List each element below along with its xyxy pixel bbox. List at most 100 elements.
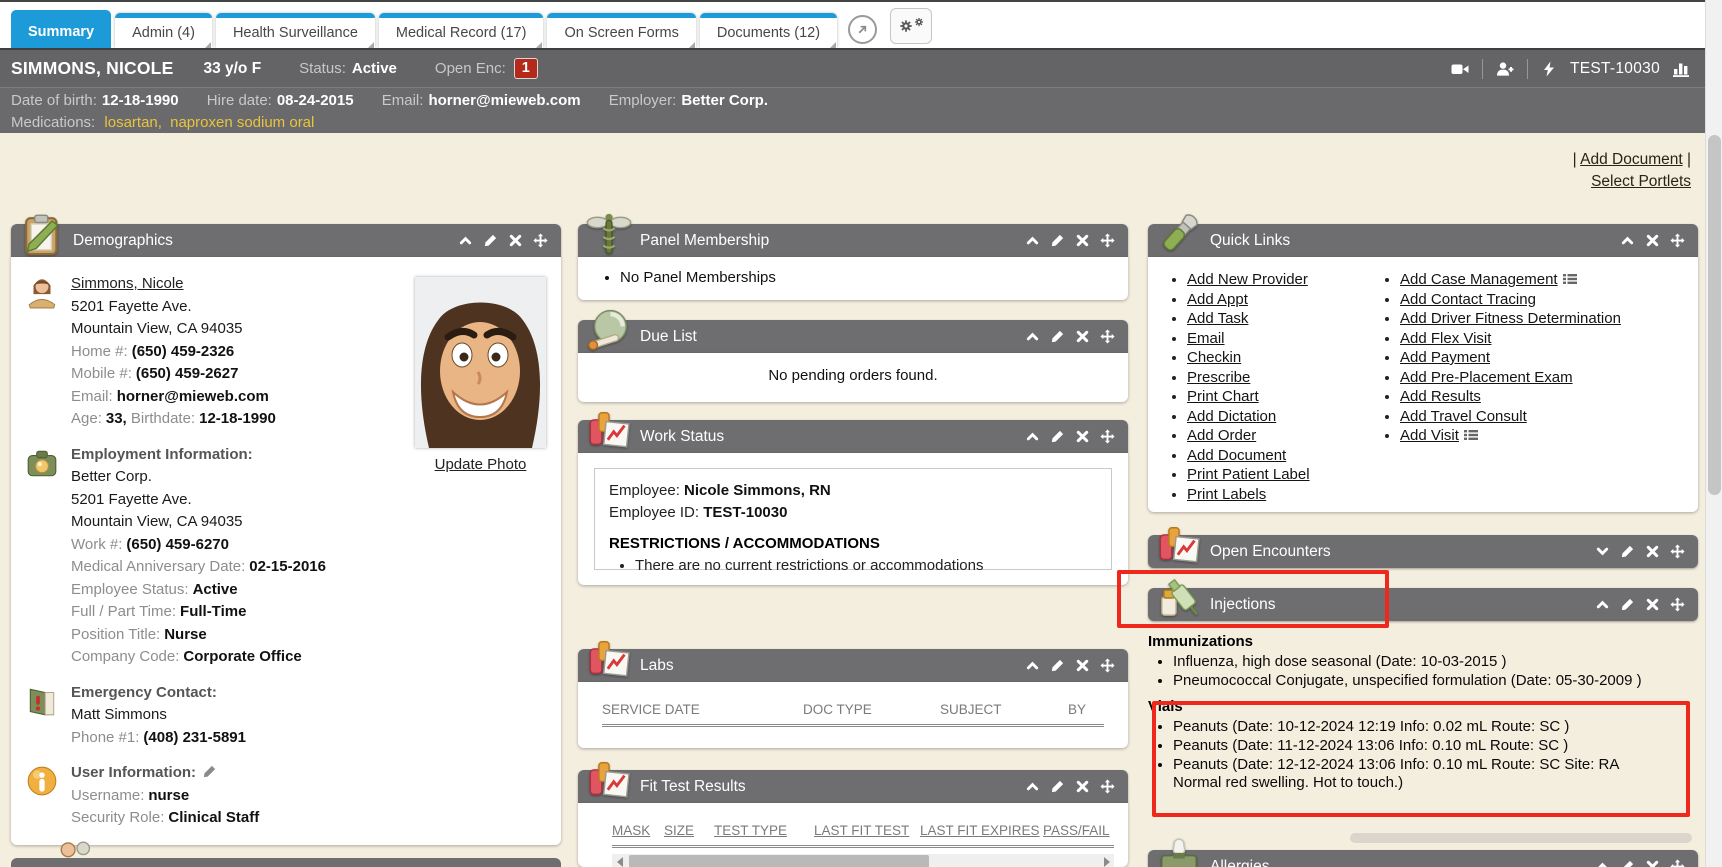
scroll-left-arrow[interactable] — [612, 854, 627, 867]
edit-icon[interactable] — [1050, 779, 1065, 794]
edit-icon[interactable] — [1050, 658, 1065, 673]
column-header-link[interactable]: LAST FIT TEST — [814, 823, 920, 838]
column-header-link[interactable]: SIZE — [664, 823, 714, 838]
demographics-header[interactable]: Demographics — [11, 224, 561, 257]
injections-scrollbar-track[interactable] — [1350, 833, 1692, 843]
medication-link[interactable]: naproxen sodium oral — [170, 114, 314, 131]
scrollbar-thumb[interactable] — [629, 855, 929, 867]
collapse-icon[interactable] — [1025, 233, 1040, 248]
move-icon[interactable] — [1100, 429, 1115, 444]
edit-icon[interactable] — [1620, 859, 1635, 867]
tab-medical-record[interactable]: Medical Record (17) — [379, 13, 544, 48]
add-person-icon[interactable] — [1496, 61, 1514, 77]
close-icon[interactable] — [1075, 429, 1090, 444]
quick-link[interactable]: Add Pre-Placement Exam — [1400, 369, 1573, 386]
add-document-link[interactable]: Add Document — [1580, 151, 1683, 168]
help-icon[interactable] — [848, 15, 877, 44]
quick-link[interactable]: Checkin — [1187, 349, 1241, 366]
quick-link[interactable]: Add Payment — [1400, 349, 1490, 366]
close-icon[interactable] — [1645, 859, 1660, 867]
update-photo-link[interactable]: Update Photo — [435, 456, 527, 473]
due-list-header[interactable]: Due List — [578, 320, 1128, 353]
video-camera-icon[interactable] — [1451, 61, 1469, 77]
move-icon[interactable] — [1100, 658, 1115, 673]
horizontal-scrollbar[interactable] — [612, 854, 1114, 867]
edit-icon[interactable] — [1620, 544, 1635, 559]
bar-chart-icon[interactable] — [1673, 60, 1691, 77]
move-icon[interactable] — [1670, 597, 1685, 612]
quick-link[interactable]: Add Order — [1187, 427, 1256, 444]
list-icon[interactable] — [1464, 429, 1478, 441]
scroll-right-arrow[interactable] — [1099, 854, 1114, 867]
move-icon[interactable] — [1670, 233, 1685, 248]
collapse-icon[interactable] — [1025, 429, 1040, 444]
scrollbar-thumb[interactable] — [1708, 135, 1721, 495]
tab-admin[interactable]: Admin (4) — [115, 13, 212, 48]
column-header-link[interactable]: PASS/FAIL — [1043, 823, 1110, 838]
collapse-icon[interactable] — [458, 233, 473, 248]
quick-link[interactable]: Add Driver Fitness Determination — [1400, 310, 1621, 327]
injections-header[interactable]: Injections — [1148, 588, 1698, 621]
collapse-icon[interactable] — [1595, 859, 1610, 867]
edit-icon[interactable] — [1620, 597, 1635, 612]
quick-link[interactable]: Print Chart — [1187, 388, 1259, 405]
list-icon[interactable] — [1563, 273, 1577, 285]
quick-link[interactable]: Add Visit — [1400, 427, 1459, 444]
quick-link[interactable]: Add Task — [1187, 310, 1248, 327]
column-header-link[interactable]: LAST FIT EXPIRES — [920, 823, 1043, 838]
close-icon[interactable] — [1645, 597, 1660, 612]
collapse-icon[interactable] — [1595, 597, 1610, 612]
close-icon[interactable] — [1075, 658, 1090, 673]
quick-link[interactable]: Print Patient Label — [1187, 466, 1310, 483]
quick-link[interactable]: Add Appt — [1187, 291, 1248, 308]
fit-test-header[interactable]: Fit Test Results — [578, 770, 1128, 803]
allergies-header[interactable]: Allergies — [1148, 850, 1698, 867]
medication-link[interactable]: losartan, — [104, 114, 162, 131]
move-icon[interactable] — [1100, 779, 1115, 794]
edit-icon[interactable] — [483, 233, 498, 248]
labs-header[interactable]: Labs — [578, 649, 1128, 682]
move-icon[interactable] — [1670, 859, 1685, 867]
move-icon[interactable] — [1100, 233, 1115, 248]
column-header-link[interactable]: TEST TYPE — [714, 823, 814, 838]
panel-membership-header[interactable]: Panel Membership — [578, 224, 1128, 257]
quick-link[interactable]: Add Case Management — [1400, 271, 1558, 288]
select-portlets-link[interactable]: Select Portlets — [1591, 173, 1691, 190]
close-icon[interactable] — [1645, 233, 1660, 248]
quick-link[interactable]: Add Travel Consult — [1400, 408, 1527, 425]
patient-name-link[interactable]: Simmons, Nicole — [71, 275, 184, 292]
collapse-icon[interactable] — [1025, 329, 1040, 344]
edit-icon[interactable] — [1050, 233, 1065, 248]
quick-link[interactable]: Add Document — [1187, 447, 1286, 464]
tab-on-screen-forms[interactable]: On Screen Forms — [547, 13, 695, 48]
move-icon[interactable] — [1670, 544, 1685, 559]
quick-link[interactable]: Print Labels — [1187, 486, 1266, 503]
quick-link[interactable]: Prescribe — [1187, 369, 1250, 386]
tab-documents[interactable]: Documents (12) — [700, 13, 837, 48]
column-header-link[interactable]: MASK — [612, 823, 664, 838]
quick-link[interactable]: Add Dictation — [1187, 408, 1276, 425]
collapse-icon[interactable] — [1620, 233, 1635, 248]
close-icon[interactable] — [508, 233, 523, 248]
tab-summary[interactable]: Summary — [11, 10, 111, 48]
expand-icon[interactable] — [1595, 544, 1610, 559]
quick-link[interactable]: Add Results — [1400, 388, 1481, 405]
quick-link[interactable]: Add Contact Tracing — [1400, 291, 1536, 308]
collapse-icon[interactable] — [1025, 658, 1040, 673]
close-icon[interactable] — [1075, 329, 1090, 344]
quick-link[interactable]: Add New Provider — [1187, 271, 1308, 288]
open-encounter-badge[interactable]: 1 — [515, 59, 537, 78]
open-encounters-header[interactable]: Open Encounters — [1148, 535, 1698, 568]
collapse-icon[interactable] — [1025, 779, 1040, 794]
page-vertical-scrollbar[interactable] — [1705, 0, 1722, 867]
tab-health-surveillance[interactable]: Health Surveillance — [216, 13, 375, 48]
close-icon[interactable] — [1075, 233, 1090, 248]
close-icon[interactable] — [1075, 779, 1090, 794]
settings-button[interactable] — [890, 8, 932, 44]
quick-link[interactable]: Add Flex Visit — [1400, 330, 1491, 347]
quick-links-header[interactable]: Quick Links — [1148, 224, 1698, 257]
quick-link[interactable]: Email — [1187, 330, 1225, 347]
edit-icon[interactable] — [1050, 329, 1065, 344]
edit-user-info-icon[interactable] — [202, 764, 217, 779]
partially-visible-portlet-header[interactable] — [11, 858, 561, 867]
